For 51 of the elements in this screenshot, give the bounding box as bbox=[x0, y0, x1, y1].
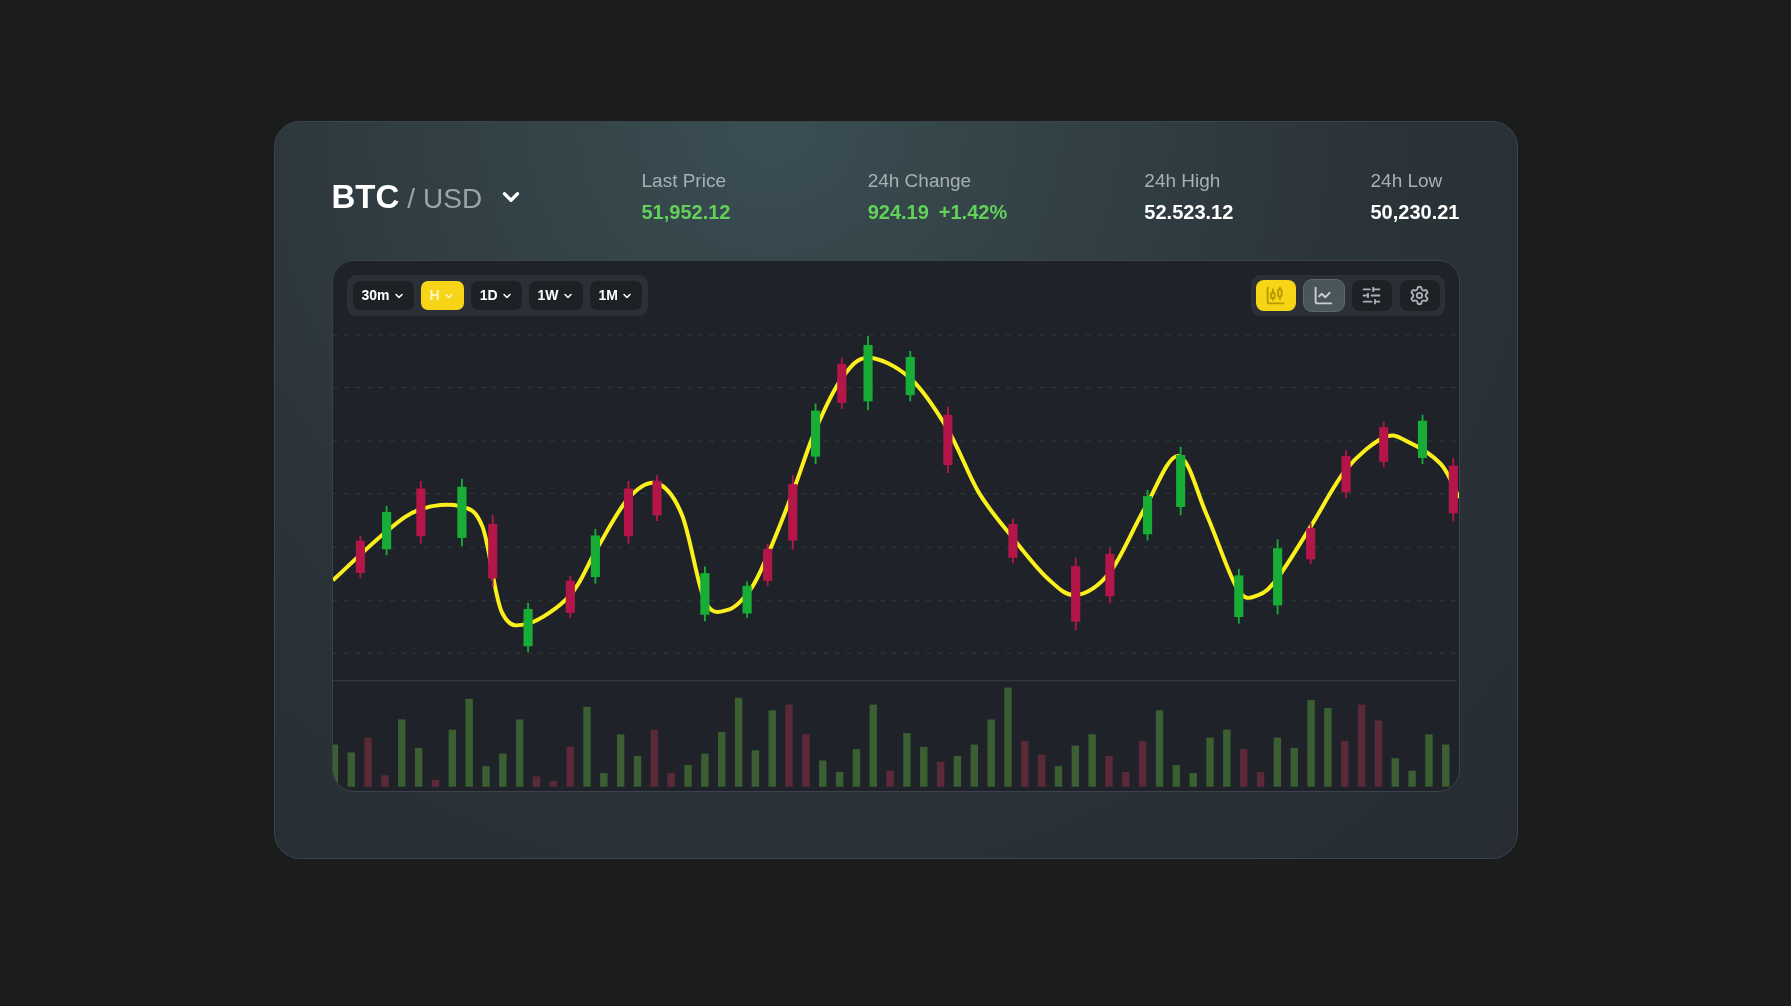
settings-icon bbox=[1409, 285, 1430, 306]
candlestick bbox=[355, 534, 365, 579]
line-chart-icon bbox=[1313, 285, 1334, 306]
candlestick bbox=[762, 542, 772, 587]
base-currency: BTC bbox=[331, 177, 400, 218]
candlestick bbox=[1448, 457, 1458, 522]
candlestick bbox=[1007, 517, 1017, 565]
stat-value: 51,952.12 bbox=[641, 200, 731, 226]
candlestick bbox=[381, 505, 391, 557]
candlestick bbox=[1378, 420, 1388, 469]
candlestick bbox=[590, 528, 600, 585]
quote-currency: USD bbox=[423, 182, 483, 217]
candlestick bbox=[742, 580, 752, 619]
stat-value: 52.523.12 bbox=[1144, 200, 1234, 226]
stat-label: 24h High bbox=[1144, 168, 1222, 193]
stat-value: 924.19 bbox=[867, 200, 929, 226]
candlestick bbox=[1142, 489, 1152, 542]
candlestick bbox=[1341, 449, 1351, 499]
stat-label: 24h Low bbox=[1370, 168, 1444, 193]
chart-tool-button[interactable] bbox=[1303, 280, 1344, 311]
chart-tool-button[interactable] bbox=[1351, 280, 1392, 311]
candlestick bbox=[810, 402, 820, 465]
candlestick bbox=[651, 474, 662, 522]
timeframe-button[interactable]: 1D bbox=[470, 281, 522, 310]
candlestick bbox=[565, 574, 575, 619]
candlestick bbox=[1175, 445, 1185, 517]
chart-tool-button[interactable] bbox=[1255, 280, 1296, 311]
candlestick-chart-icon bbox=[1265, 285, 1286, 306]
candlestick bbox=[942, 405, 952, 474]
timeframe-button[interactable]: 1W bbox=[528, 281, 583, 310]
stat-value: +1.42% bbox=[938, 200, 1008, 226]
candlestick bbox=[836, 356, 846, 411]
timeframe-button[interactable]: 1M bbox=[589, 281, 642, 310]
candlestick bbox=[699, 565, 709, 623]
candlestick bbox=[415, 480, 425, 545]
candlestick bbox=[623, 480, 633, 545]
candlestick bbox=[1305, 522, 1315, 566]
stat-label: Last Price bbox=[641, 168, 727, 193]
candlestick bbox=[1417, 413, 1427, 465]
stat-label: 24h Change bbox=[867, 168, 973, 193]
candlestick bbox=[905, 350, 915, 403]
stat-value: 50,230.21 bbox=[1370, 200, 1460, 226]
pair-selector[interactable]: BTC / USD bbox=[331, 172, 642, 222]
pair-separator: / bbox=[407, 182, 416, 217]
chart-tool-button[interactable] bbox=[1399, 280, 1440, 311]
timeframe-button[interactable]: 30m bbox=[352, 281, 414, 310]
candlestick bbox=[456, 477, 466, 547]
candlestick bbox=[1233, 567, 1243, 625]
candlestick bbox=[523, 602, 533, 654]
sliders-icon bbox=[1361, 285, 1382, 306]
candlestick bbox=[1104, 546, 1114, 604]
